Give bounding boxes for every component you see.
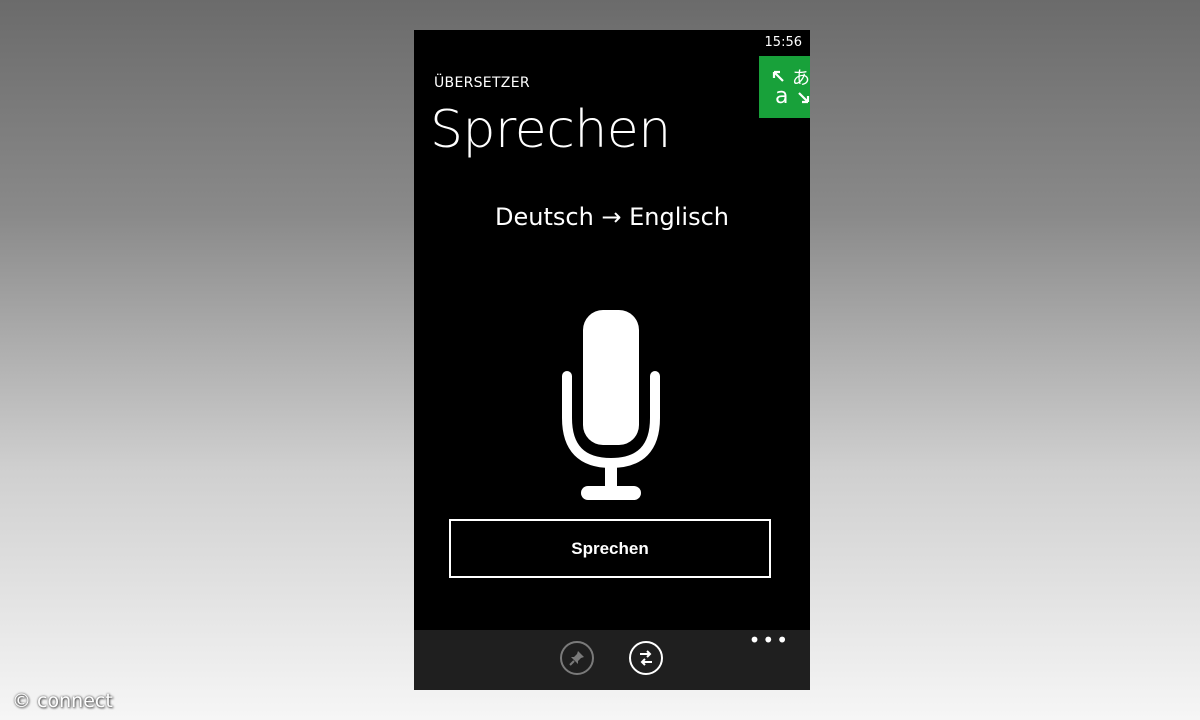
speak-button[interactable]: Sprechen xyxy=(449,519,771,578)
watermark: © connect xyxy=(12,690,113,712)
more-options-button[interactable]: ••• xyxy=(749,630,790,650)
swap-languages-icon[interactable] xyxy=(629,641,663,675)
svg-text:a: a xyxy=(775,84,788,109)
language-pair[interactable]: Deutsch → Englisch xyxy=(414,203,810,231)
app-bar: ••• xyxy=(414,630,810,690)
pin-icon[interactable] xyxy=(560,641,594,675)
svg-text:あ: あ xyxy=(792,68,810,89)
translator-icon: あ a xyxy=(759,56,810,118)
page-title: Sprechen xyxy=(430,100,671,160)
status-time: 15:56 xyxy=(764,35,802,50)
phone-screen: 15:56 ÜBERSETZER Sprechen あ a Deutsch → … xyxy=(414,30,810,690)
app-name: ÜBERSETZER xyxy=(434,75,530,91)
microphone-icon[interactable] xyxy=(561,308,661,503)
